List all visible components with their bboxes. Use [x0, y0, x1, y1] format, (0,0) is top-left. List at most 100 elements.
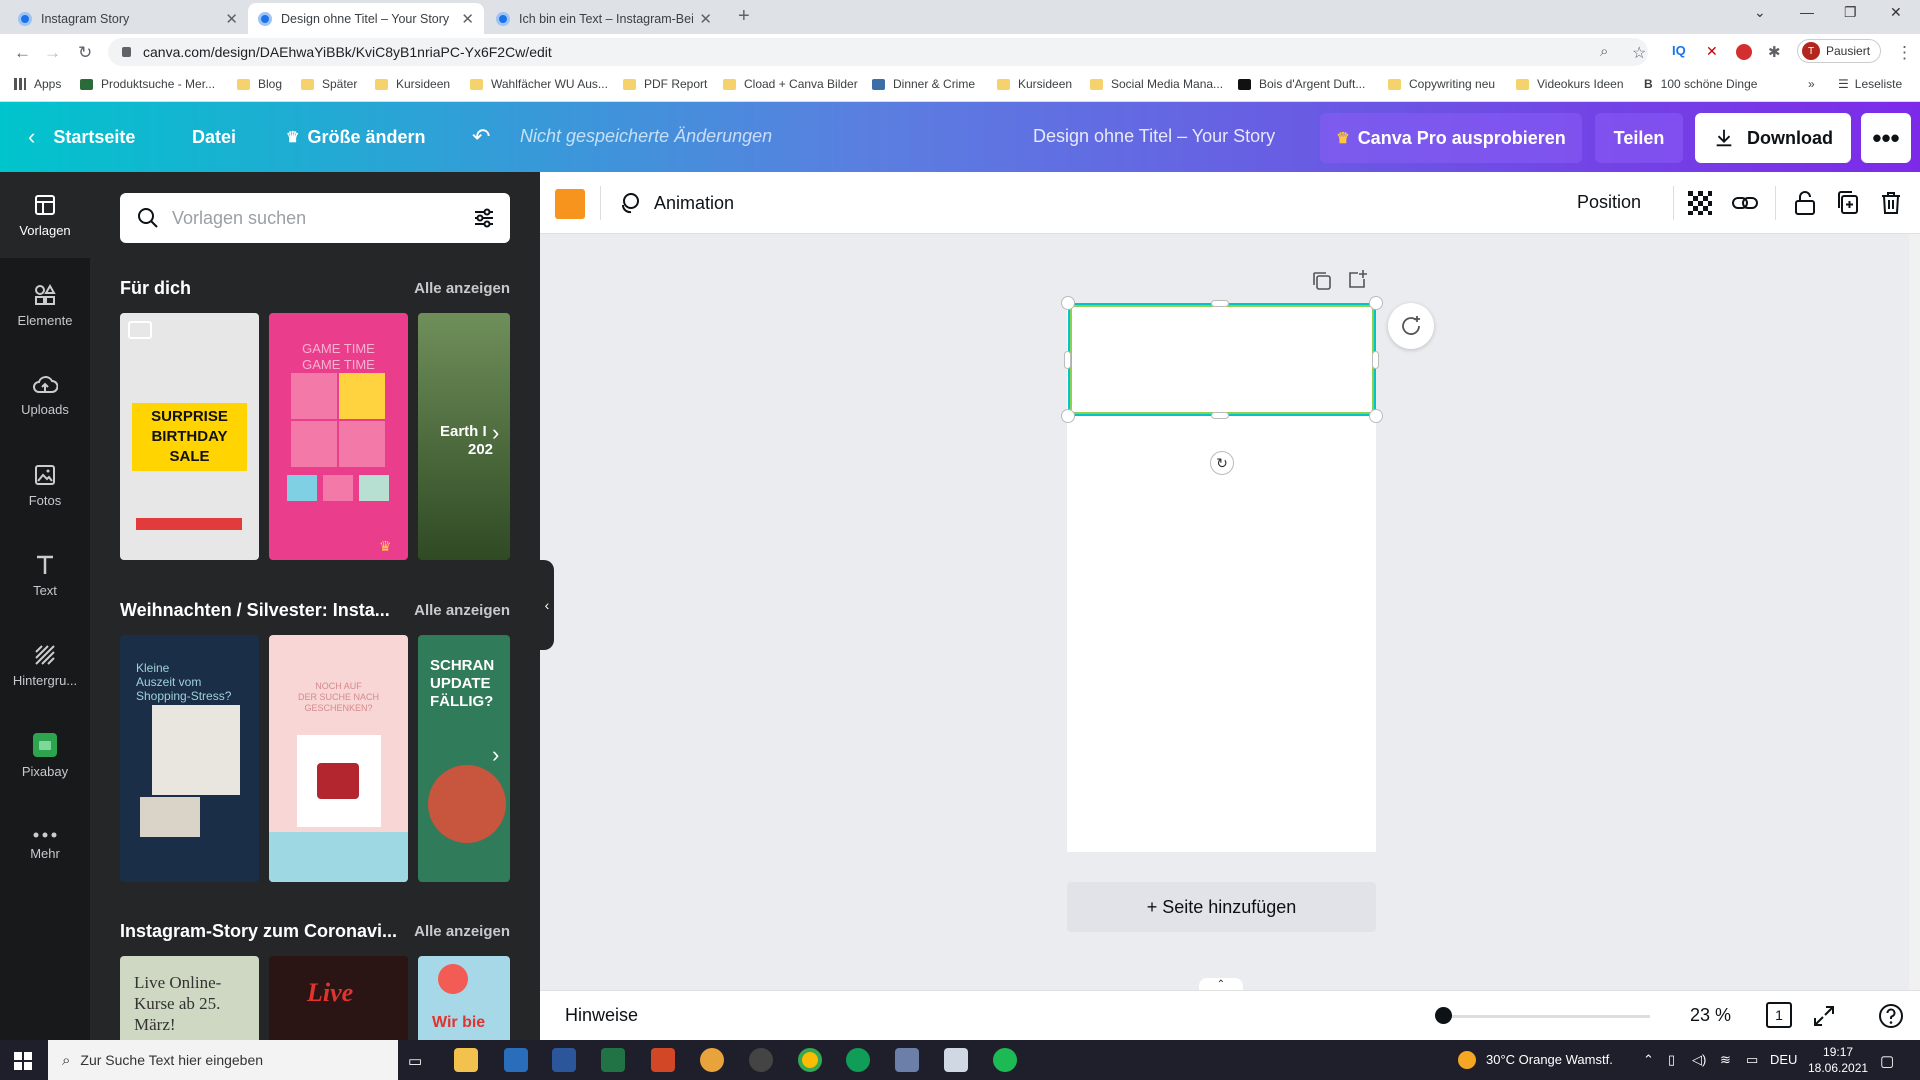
page-count-button[interactable]: 1: [1766, 1002, 1792, 1028]
minimize-icon[interactable]: —: [1800, 4, 1814, 20]
powerpoint-icon[interactable]: [651, 1048, 675, 1072]
clock[interactable]: 19:17 18.06.2021: [1808, 1044, 1868, 1076]
lock-icon[interactable]: [1793, 190, 1817, 216]
edge-icon[interactable]: [846, 1048, 870, 1072]
volume-icon[interactable]: ◁): [1692, 1052, 1706, 1068]
resize-handle[interactable]: [1061, 296, 1075, 310]
bookmark-item[interactable]: Social Media Mana...: [1090, 77, 1223, 91]
mail-icon[interactable]: [504, 1048, 528, 1072]
app-icon[interactable]: [700, 1048, 724, 1072]
sidebar-item-background[interactable]: Hintergru...: [0, 622, 90, 708]
sidebar-item-more[interactable]: Mehr: [0, 802, 90, 888]
chrome-icon[interactable]: [798, 1048, 822, 1072]
see-all-link[interactable]: Alle anzeigen: [414, 280, 510, 297]
carousel-next-icon[interactable]: ›: [492, 420, 499, 446]
resize-handle[interactable]: [1211, 300, 1229, 307]
add-page-button[interactable]: + Seite hinzufügen: [1067, 882, 1376, 932]
tray-chevron-icon[interactable]: ⌃: [1643, 1052, 1654, 1068]
canvas-scrollbar[interactable]: [1909, 234, 1920, 990]
wifi-icon[interactable]: ≋: [1720, 1052, 1731, 1068]
excel-icon[interactable]: [601, 1048, 625, 1072]
bookmark-item[interactable]: Kursideen: [375, 77, 450, 91]
url-field[interactable]: canva.com/design/DAEhwaYiBBk/KviC8yB1nri…: [108, 38, 1648, 66]
template-thumbnail[interactable]: Wir bie: [418, 956, 510, 1040]
link-icon[interactable]: [1731, 190, 1759, 216]
spotify-icon[interactable]: [993, 1048, 1017, 1072]
network-icon[interactable]: ▯: [1668, 1052, 1675, 1068]
duplicate-icon[interactable]: [1836, 190, 1860, 216]
bookmark-item[interactable]: Bois d'Argent Duft...: [1238, 77, 1365, 91]
word-icon[interactable]: [552, 1048, 576, 1072]
obs-icon[interactable]: [749, 1048, 773, 1072]
expand-notes-icon[interactable]: ⌃: [1199, 978, 1243, 990]
transparency-icon[interactable]: [1687, 190, 1713, 216]
filter-sliders-icon[interactable]: [472, 206, 496, 230]
sidebar-item-text[interactable]: Text: [0, 532, 90, 618]
bookmark-apps[interactable]: Apps: [14, 77, 61, 91]
document-title[interactable]: Design ohne Titel – Your Story: [1033, 126, 1275, 147]
reading-list[interactable]: ☰ Leseliste: [1838, 77, 1902, 91]
download-button[interactable]: Download: [1695, 113, 1851, 163]
copy-page-icon[interactable]: [1311, 270, 1333, 292]
adblock-icon[interactable]: [1736, 44, 1752, 60]
try-canva-pro-button[interactable]: ♛ Canva Pro ausprobieren: [1320, 113, 1582, 163]
keyboard-icon[interactable]: ▭: [1746, 1052, 1758, 1068]
close-tab-icon[interactable]: ✕: [461, 10, 474, 28]
browser-menu-icon[interactable]: ⋮: [1896, 43, 1913, 63]
zoom-icon[interactable]: ⌕: [1600, 43, 1608, 60]
file-explorer-icon[interactable]: [454, 1048, 478, 1072]
zoom-slider-knob[interactable]: [1434, 1007, 1452, 1024]
bookmark-item[interactable]: Blog: [237, 77, 282, 91]
close-tab-icon[interactable]: ✕: [699, 10, 712, 28]
language-indicator[interactable]: DEU: [1770, 1052, 1797, 1067]
weather-text[interactable]: 30°C Orange Wamstf.: [1486, 1052, 1613, 1067]
sidebar-item-templates[interactable]: Vorlagen: [0, 172, 90, 258]
collapse-panel-icon[interactable]: ‹: [540, 560, 554, 650]
bookmark-item[interactable]: Später: [301, 77, 357, 91]
bookmark-item[interactable]: B 100 schöne Dinge: [1644, 77, 1757, 91]
more-options-button[interactable]: •••: [1861, 113, 1911, 163]
template-thumbnail[interactable]: GAME TIME GAME TIME ♛: [269, 313, 408, 560]
selected-text-box[interactable]: [1068, 303, 1376, 416]
back-icon[interactable]: ←: [14, 43, 31, 63]
bookmark-item[interactable]: Copywriting neu: [1388, 77, 1495, 91]
sidebar-item-elements[interactable]: Elemente: [0, 262, 90, 348]
browser-tab-text[interactable]: Ich bin ein Text – Instagram-Beit ✕: [486, 3, 722, 34]
fullscreen-icon[interactable]: [1812, 1004, 1836, 1028]
extensions-puzzle-icon[interactable]: ✱: [1768, 43, 1781, 61]
profile-button[interactable]: T Pausiert: [1797, 39, 1882, 63]
template-thumbnail[interactable]: SURPRISE BIRTHDAY SALE: [120, 313, 259, 560]
sidebar-item-pixabay[interactable]: Pixabay: [0, 712, 90, 798]
bookmark-item[interactable]: Produktsuche - Mer...: [80, 77, 215, 91]
browser-tab-instagram-story[interactable]: Instagram Story ✕: [8, 3, 248, 34]
position-button[interactable]: Position: [1577, 192, 1641, 213]
zoom-slider[interactable]: [1440, 1015, 1650, 1018]
resize-handle[interactable]: [1369, 409, 1383, 423]
add-page-icon[interactable]: [1347, 268, 1369, 290]
rotate-comment-button[interactable]: [1388, 303, 1434, 349]
zoom-level[interactable]: 23 %: [1690, 1005, 1731, 1026]
bookmark-overflow-icon[interactable]: »: [1808, 77, 1815, 91]
resize-handle[interactable]: [1369, 296, 1383, 310]
template-search-input[interactable]: Vorlagen suchen: [120, 193, 510, 243]
bookmark-item[interactable]: PDF Report: [623, 77, 707, 91]
see-all-link[interactable]: Alle anzeigen: [414, 923, 510, 940]
extension-x-icon[interactable]: ✕: [1706, 43, 1718, 60]
carousel-next-icon[interactable]: ›: [492, 742, 499, 768]
bookmark-item[interactable]: Videokurs Ideen: [1516, 77, 1624, 91]
animation-button[interactable]: Animation: [618, 191, 734, 215]
taskbar-search-input[interactable]: ⌕ Zur Suche Text hier eingeben: [48, 1040, 398, 1080]
close-tab-icon[interactable]: ✕: [225, 10, 238, 28]
template-thumbnail[interactable]: Live Online- Kurse ab 25. März!: [120, 956, 259, 1040]
notes-button[interactable]: Hinweise: [565, 1005, 638, 1026]
windows-start-icon[interactable]: [14, 1052, 32, 1070]
bookmark-star-icon[interactable]: ☆: [1632, 43, 1646, 63]
app-icon[interactable]: [895, 1048, 919, 1072]
forward-icon[interactable]: →: [44, 43, 61, 63]
bookmark-item[interactable]: Wahlfächer WU Aus...: [470, 77, 608, 91]
undo-icon[interactable]: ↶: [472, 102, 490, 172]
resize-handle[interactable]: [1064, 351, 1071, 369]
sidebar-item-photos[interactable]: Fotos: [0, 442, 90, 528]
resize-button[interactable]: ♛ Größe ändern: [286, 102, 425, 172]
tab-search-icon[interactable]: ⌄: [1754, 4, 1766, 21]
